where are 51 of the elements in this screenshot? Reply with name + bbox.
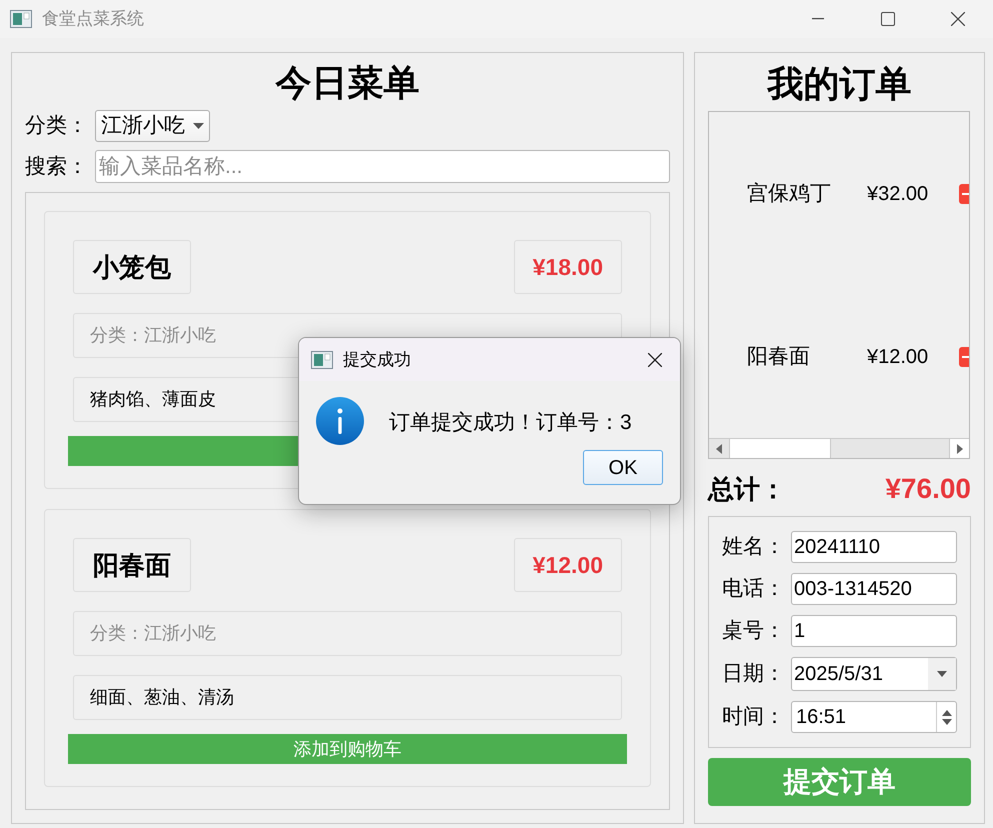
- app-icon: [311, 350, 333, 368]
- total-label: 总计：: [708, 472, 786, 506]
- order-title: 我的订单: [766, 66, 912, 102]
- dish-category: 分类：江浙小吃: [73, 611, 622, 656]
- field-value: 2025/5/31: [794, 663, 883, 685]
- menu-title: 今日菜单: [274, 65, 420, 101]
- right-arrow-icon[interactable]: [956, 444, 962, 454]
- dish-description: 细面、葱油、清汤: [73, 675, 622, 720]
- dish-name: 阳春面: [73, 538, 191, 592]
- minimize-icon: [812, 18, 824, 20]
- dropdown-arrow-icon: [193, 123, 204, 129]
- total-amount: ¥76.00: [885, 472, 971, 506]
- order-item-price: ¥32.00: [867, 182, 930, 206]
- window-title: 食堂点菜系统: [42, 8, 144, 30]
- field-label: 姓名：: [722, 534, 786, 560]
- info-icon: [316, 397, 364, 445]
- field-value: 16:51: [796, 706, 846, 728]
- dish-price: ¥18.00: [514, 240, 622, 294]
- ok-button[interactable]: OK: [583, 450, 663, 485]
- left-arrow-icon[interactable]: [716, 444, 722, 454]
- minus-icon: [962, 192, 969, 194]
- app-icon: [10, 10, 32, 28]
- dish-name: 小笼包: [73, 240, 191, 294]
- order-item-name: 阳春面: [747, 344, 811, 370]
- field-value: 1: [794, 619, 806, 644]
- dish-price: ¥12.00: [514, 538, 622, 592]
- close-icon: [648, 352, 662, 366]
- time-field[interactable]: 16:51: [791, 701, 957, 733]
- maximize-icon: [881, 12, 895, 26]
- down-arrow-icon[interactable]: [942, 718, 952, 724]
- field-value: 003-1314520: [794, 577, 912, 602]
- date-field[interactable]: 2025/5/31: [791, 657, 957, 691]
- category-label: 分类：: [25, 113, 89, 140]
- horizontal-scrollbar[interactable]: [709, 438, 969, 458]
- field-value: 20241110: [794, 535, 880, 560]
- up-arrow-icon[interactable]: [942, 710, 952, 716]
- input-field[interactable]: 20241110: [791, 531, 957, 563]
- field-label: 日期：: [722, 661, 786, 688]
- category-dropdown[interactable]: 江浙小吃: [95, 110, 210, 142]
- search-field[interactable]: 输入菜品名称...: [95, 150, 670, 183]
- input-field[interactable]: 1: [791, 615, 957, 647]
- input-field[interactable]: 003-1314520: [791, 573, 957, 605]
- field-label: 桌号：: [722, 618, 786, 644]
- order-item-price: ¥12.00: [867, 344, 930, 370]
- field-label: 时间：: [722, 704, 786, 730]
- order-item-name: 宫保鸡丁: [747, 180, 832, 207]
- minus-icon: [962, 356, 969, 358]
- close-icon: [951, 12, 965, 26]
- field-label: 电话：: [722, 576, 786, 602]
- dropdown-arrow-icon: [937, 671, 947, 677]
- search-label: 搜索：: [25, 154, 89, 180]
